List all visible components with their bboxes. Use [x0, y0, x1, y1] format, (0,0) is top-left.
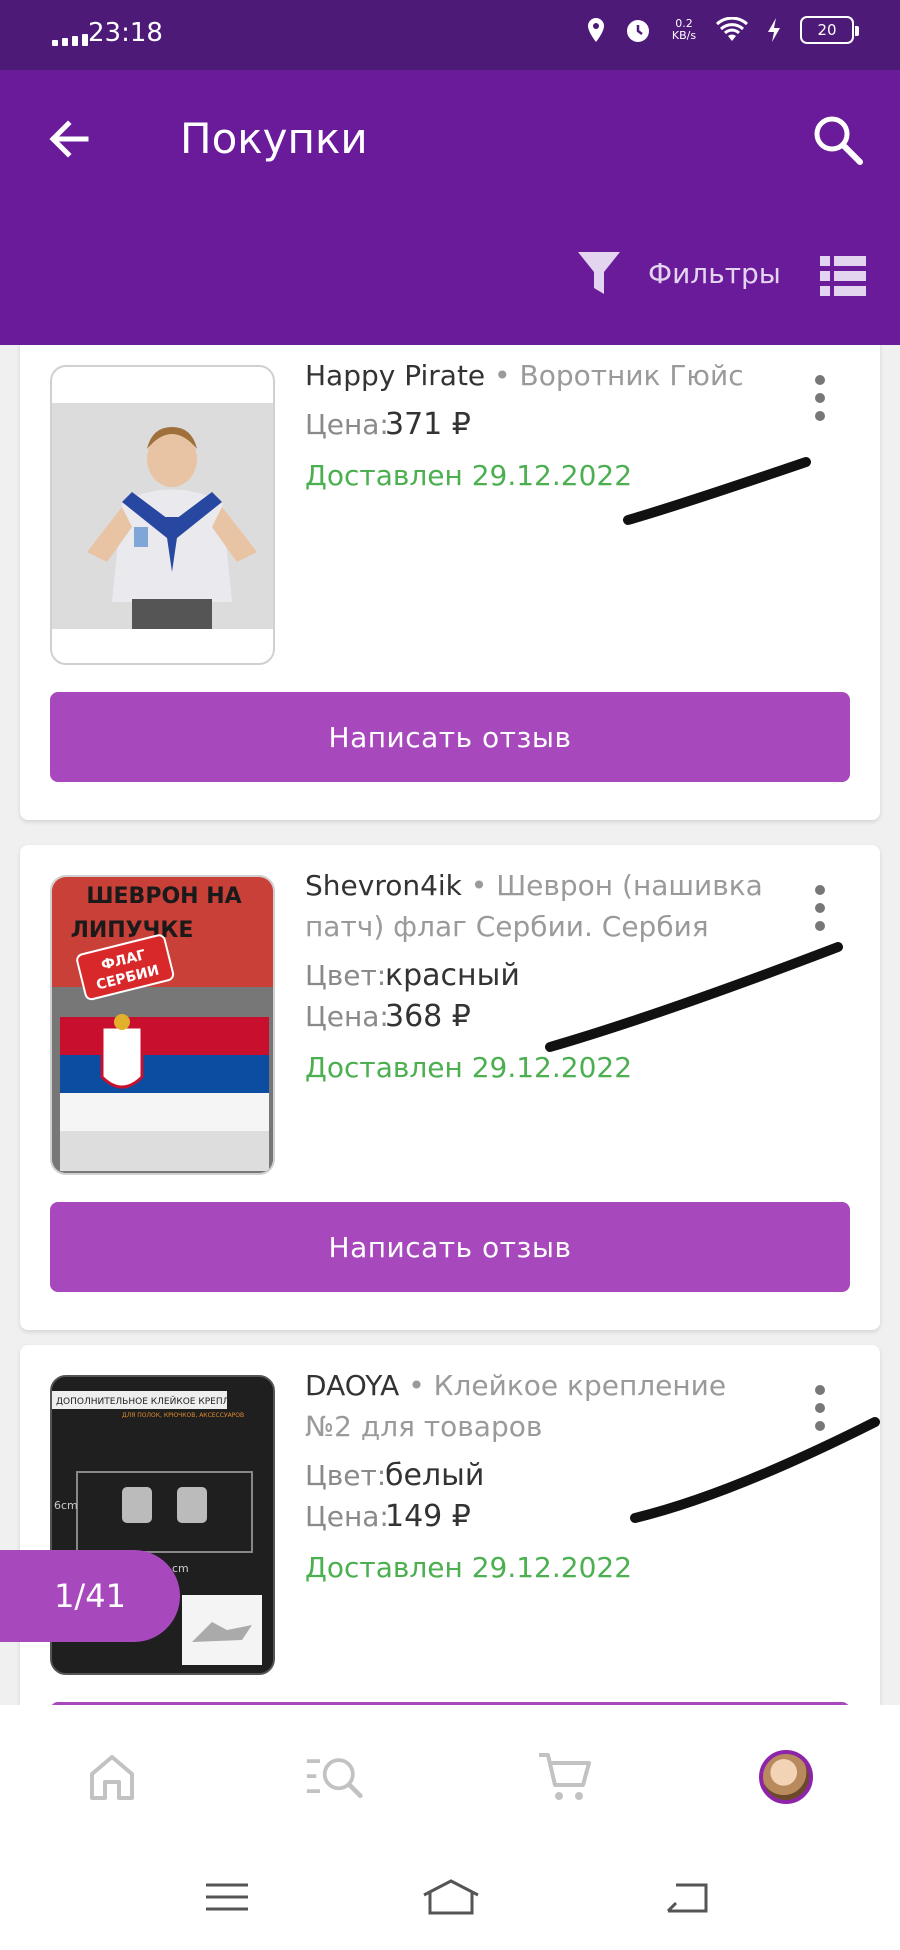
image-text: ШЕВРОН НА: [86, 884, 241, 909]
image-text: cm: [172, 1562, 189, 1575]
back-arrow-icon[interactable]: [44, 114, 94, 164]
brand-name: DAOYA: [305, 1369, 400, 1402]
redaction-scribble: [545, 942, 843, 1052]
product-name: Воротник Гюйс: [519, 359, 744, 392]
price-label: Цена:: [305, 1500, 389, 1533]
home-icon[interactable]: [420, 1875, 482, 1919]
nav-catalog-search[interactable]: [305, 1747, 365, 1807]
profile-avatar: [759, 1750, 813, 1804]
alarm-icon: [627, 20, 649, 42]
write-review-button[interactable]: Написать отзыв: [50, 692, 850, 782]
battery-icon: 20: [800, 16, 859, 44]
page-title: Покупки: [180, 114, 368, 163]
product-image[interactable]: ШЕВРОН НА ЛИПУЧКЕ ФЛАГ СЕРБИИ: [50, 875, 275, 1175]
separator: •: [399, 1369, 434, 1402]
price-label: Цена:: [305, 408, 389, 441]
home-icon: [90, 1755, 134, 1800]
product-image[interactable]: [50, 365, 275, 665]
write-review-button[interactable]: Написать отзыв: [50, 1202, 850, 1292]
product-photo: [52, 403, 273, 629]
brand-name: Happy Pirate: [305, 359, 486, 392]
image-text: ДЛЯ ПОЛОК, КРЮЧКОВ, АКСЕССУАРОВ: [122, 1412, 244, 1419]
image-text: 6cm: [54, 1499, 78, 1512]
list-view-icon[interactable]: [820, 256, 866, 296]
nav-profile[interactable]: [756, 1747, 816, 1807]
orders-list[interactable]: Happy Pirate • Воротник Гюйс Цена: 371 ₽…: [0, 345, 900, 1705]
wifi-icon: [716, 17, 748, 41]
image-text: ЛИПУЧКЕ: [71, 918, 194, 943]
nav-home[interactable]: [82, 1747, 142, 1807]
signal-icon: [52, 34, 88, 46]
price-value: 371 ₽: [385, 407, 471, 442]
order-card: ДОПОЛНИТЕЛЬНОЕ КЛЕЙКОЕ КРЕПЛЕНИЕ ДЛЯ ПОЛ…: [20, 1345, 880, 1705]
color-value: белый: [385, 1458, 485, 1493]
order-card: Happy Pirate • Воротник Гюйс Цена: 371 ₽…: [20, 345, 880, 820]
price-label: Цена:: [305, 1000, 389, 1033]
price-value: 149 ₽: [385, 1499, 471, 1534]
catalog-search-icon: [306, 1758, 363, 1799]
search-icon[interactable]: [810, 112, 866, 168]
charging-icon: [768, 18, 780, 42]
status-bar: 23:18 0.2 KB/s 20: [0, 0, 900, 70]
page-indicator: 1/41: [0, 1550, 180, 1642]
status-time: 23:18: [88, 18, 163, 48]
more-options-button[interactable]: [810, 885, 830, 931]
filter-icon: [578, 252, 620, 294]
price-row: Цена: 371 ₽: [305, 404, 775, 445]
network-speed: 0.2 KB/s: [671, 17, 697, 42]
filters-button[interactable]: Фильтры: [576, 248, 781, 298]
redaction-scribble: [623, 457, 811, 525]
image-text: ДОПОЛНИТЕЛЬНОЕ КЛЕЙКОЕ КРЕПЛЕНИЕ: [56, 1395, 255, 1407]
order-card: ШЕВРОН НА ЛИПУЧКЕ ФЛАГ СЕРБИИ Shevron4ik…: [20, 845, 880, 1330]
menu-icon[interactable]: [202, 1875, 252, 1919]
brand-name: Shevron4ik: [305, 869, 462, 902]
price-value: 368 ₽: [385, 999, 471, 1034]
redaction-scribble: [630, 1417, 880, 1523]
back-icon[interactable]: [662, 1875, 712, 1919]
separator: •: [485, 359, 520, 392]
product-photo: ШЕВРОН НА ЛИПУЧКЕ ФЛАГ СЕРБИИ: [52, 877, 273, 1173]
cart-icon: [539, 1753, 591, 1800]
system-navigation: [0, 1845, 900, 1950]
filters-label: Фильтры: [648, 256, 781, 290]
color-label: Цвет:: [305, 959, 387, 992]
bottom-navigation: [0, 1705, 900, 1845]
delivery-status: Доставлен 29.12.2022: [305, 1551, 633, 1584]
more-options-button[interactable]: [810, 375, 830, 421]
nav-cart[interactable]: [535, 1747, 595, 1807]
color-value: красный: [385, 958, 520, 993]
separator: •: [461, 869, 497, 902]
color-label: Цвет:: [305, 1459, 387, 1492]
location-icon: [588, 18, 604, 42]
app-header: Покупки Фильтры: [0, 70, 900, 345]
